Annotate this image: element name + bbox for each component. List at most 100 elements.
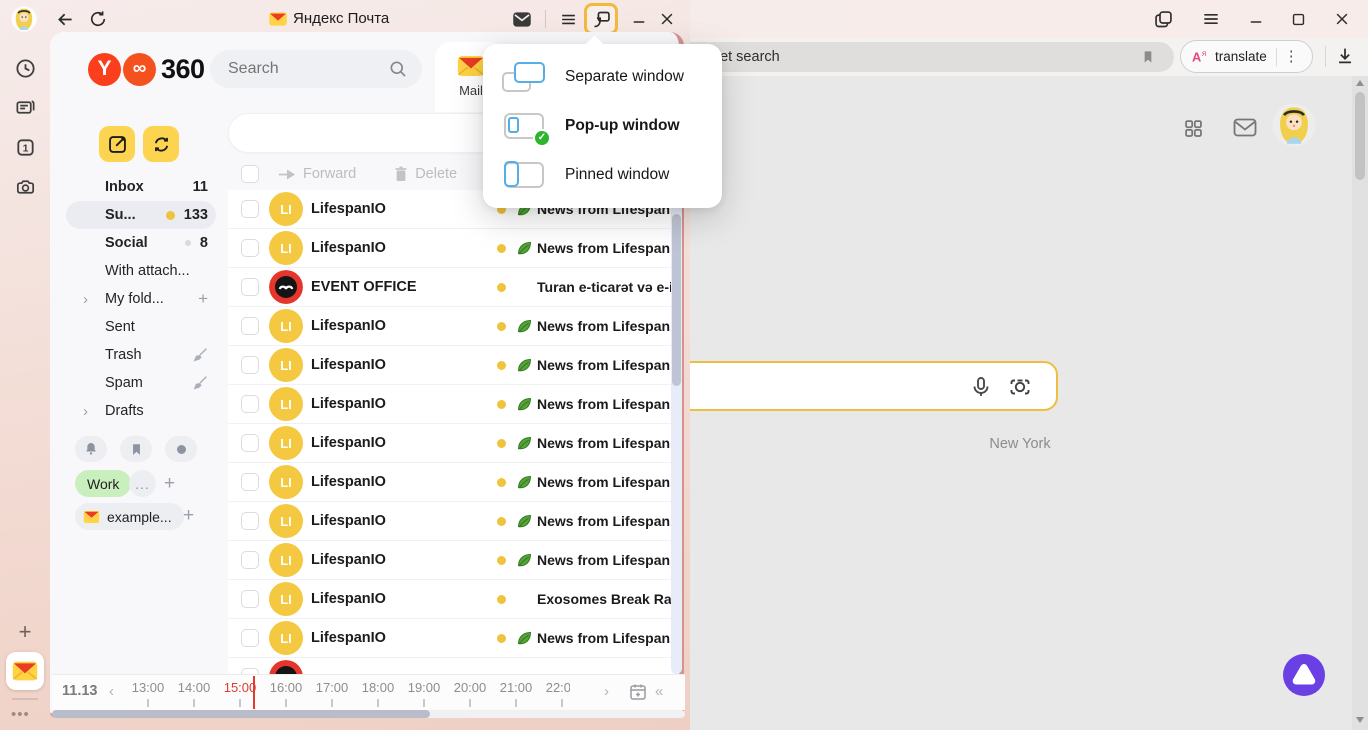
menu-item-pinned-window[interactable]: Pinned window [483,150,722,199]
email-row[interactable]: LILifespanIONews from Lifespan. [228,502,672,541]
email-checkbox[interactable] [241,395,259,413]
timeline-hour[interactable]: 22:00 [539,680,570,707]
tag-work[interactable]: Work [75,470,131,497]
email-row[interactable]: LILifespanIONews from Lifespan. [228,424,672,463]
email-checkbox[interactable] [241,317,259,335]
menu-item-popup-window[interactable]: ✓Pop-up window [483,101,722,150]
tags-more-button[interactable]: ... [129,470,156,497]
search-icon[interactable] [388,59,408,79]
email-checkbox[interactable] [241,278,259,296]
y360-logo[interactable]: Y ∞ 360 [88,52,205,86]
translate-button[interactable]: Aя translate ⋮ [1180,40,1313,73]
browser-close-button[interactable] [1331,8,1353,30]
timeline-hour[interactable]: 17:00 [309,680,355,707]
compose-button[interactable] [99,126,135,162]
email-checkbox[interactable] [241,551,259,569]
email-row[interactable]: LILifespanIOExosomes Break Rat Lif [228,580,672,619]
email-row[interactable]: LILifespanIONews from Lifespan. [228,307,672,346]
email-checkbox[interactable] [241,590,259,608]
browser-menu-icon[interactable] [1200,8,1222,30]
sidebar-item-social[interactable]: Social8 [66,229,216,257]
apps-grid-icon[interactable] [1183,118,1205,140]
email-row[interactable]: LILifespanIONews from Lifespan. [228,346,672,385]
refresh-button[interactable] [143,126,179,162]
email-checkbox[interactable] [241,629,259,647]
forward-button[interactable]: Forward [278,166,356,182]
url-bar[interactable]: net search [678,42,1174,72]
reload-button[interactable] [87,8,109,30]
scroll-up-arrow[interactable] [1356,80,1364,86]
mail-notify-icon[interactable] [511,8,533,30]
sidebar-mail-app-icon[interactable] [6,652,44,690]
sidebar-item-spam[interactable]: Spam [66,369,216,397]
page-mail-icon[interactable] [1232,118,1258,138]
bell-filter-button[interactable] [75,436,107,462]
delete-button[interactable]: Delete [394,166,457,182]
browser-minimize-button[interactable] [1245,8,1267,30]
sidebar-item-trash[interactable]: Trash [66,341,216,369]
titlebar-avatar[interactable] [11,6,37,32]
broom-icon[interactable] [192,347,208,363]
horizontal-scrollbar-thumb[interactable] [52,710,430,718]
sidebar-add-icon[interactable]: + [14,622,36,644]
notes-icon[interactable] [14,96,37,119]
email-row[interactable]: LILifespanIONews from Lifespan. [228,229,672,268]
app-menu-icon[interactable] [557,8,579,30]
translate-more-icon[interactable]: ⋮ [1284,49,1299,64]
bookmark-flag-icon[interactable] [1140,49,1156,65]
timeline-hour[interactable]: 21:00 [493,680,539,707]
dot-filter-button[interactable] [165,436,197,462]
menu-item-separate-window[interactable]: Separate window [483,52,722,101]
email-row[interactable]: LILifespanIONews from Lifespan. [228,619,672,658]
account-pill[interactable]: example... [75,503,184,530]
select-all-checkbox[interactable] [241,165,259,183]
window-mode-button-highlighted[interactable] [584,3,618,35]
scroll-down-arrow[interactable] [1356,717,1364,723]
timeline-hour[interactable]: 13:00 [125,680,171,707]
sidebar-item-drafts[interactable]: ›Drafts [66,397,216,425]
email-row[interactable]: LILifespanIONews from Lifespan. [228,463,672,502]
bookmark-filter-button[interactable] [120,436,152,462]
timeline-collapse-icon[interactable]: « [655,683,663,700]
mail-search-box[interactable] [210,50,422,88]
list-scrollbar-thumb[interactable] [672,214,681,386]
location-label[interactable]: New York [960,436,1080,452]
alice-assistant-button[interactable] [1282,653,1326,697]
timeline-hour[interactable]: 15:00 [217,680,263,707]
timeline-next-icon[interactable]: › [604,683,609,700]
screenshot-camera-icon[interactable] [14,176,37,199]
sidebar-item-inbox[interactable]: Inbox11 [66,173,216,201]
email-row[interactable] [228,658,672,674]
email-checkbox[interactable] [241,200,259,218]
sidebar-item-sent[interactable]: Sent [66,313,216,341]
timeline-hour[interactable]: 20:00 [447,680,493,707]
mail-search-input[interactable] [228,60,378,78]
chevron-right-icon[interactable]: › [83,403,88,420]
email-row[interactable]: LILifespanIONews from Lifespan. [228,385,672,424]
email-checkbox[interactable] [241,512,259,530]
email-row[interactable]: EVENT OFFICETuran e-ticarət və e-ixra [228,268,672,307]
history-clock-icon[interactable] [14,57,37,80]
sidebar-item-myfold[interactable]: ›My fold...+ [66,285,216,313]
email-checkbox[interactable] [241,356,259,374]
email-row[interactable]: LILifespanIONews from Lifespan. [228,541,672,580]
timeline-hour[interactable]: 18:00 [355,680,401,707]
browser-maximize-button[interactable] [1287,8,1309,30]
downloads-icon[interactable] [1334,45,1356,67]
sidebar-item-su[interactable]: Su...133 [66,201,216,229]
browser-tabs-icon[interactable] [1152,8,1174,30]
image-search-icon[interactable] [1008,375,1032,399]
email-checkbox[interactable] [241,239,259,257]
timeline-prev-icon[interactable]: ‹ [109,683,114,700]
timeline-calendar-icon[interactable] [628,682,648,702]
add-account-button[interactable]: + [183,505,194,527]
app-minimize-button[interactable] [628,8,650,30]
voice-search-icon[interactable] [969,375,993,399]
timeline-hour[interactable]: 19:00 [401,680,447,707]
add-folder-icon[interactable]: + [198,289,208,309]
app-close-button[interactable] [656,8,678,30]
chevron-right-icon[interactable]: › [83,291,88,308]
back-button[interactable] [54,8,76,30]
user-avatar[interactable] [1272,103,1316,147]
email-checkbox[interactable] [241,473,259,491]
